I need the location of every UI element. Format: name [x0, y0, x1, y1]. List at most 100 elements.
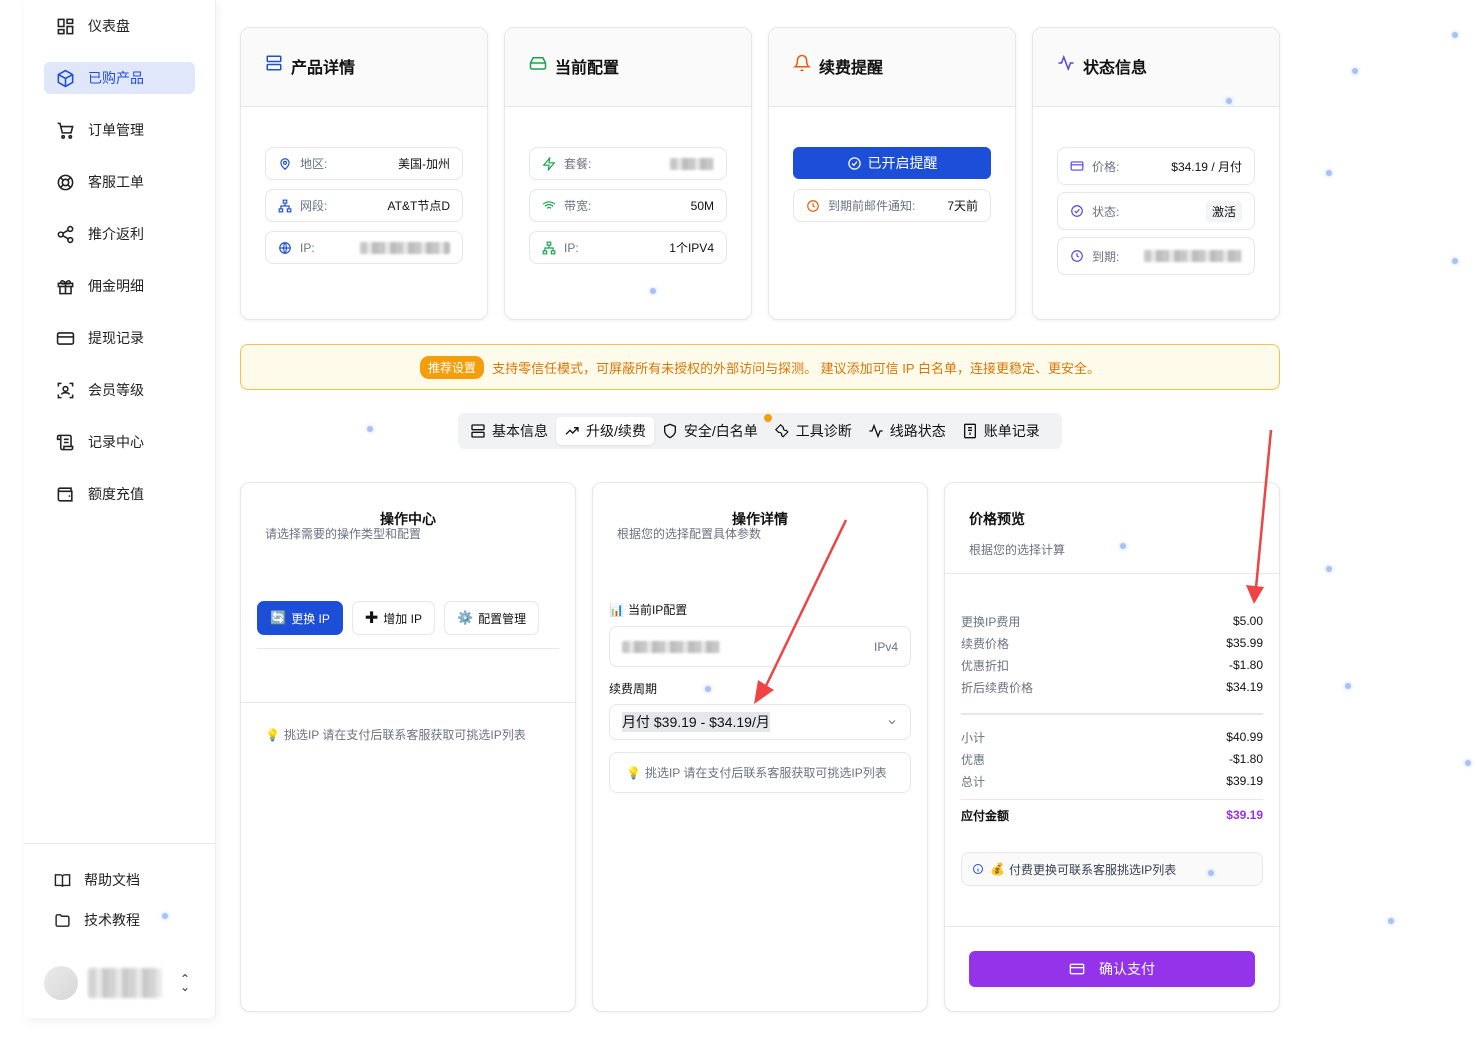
recommendation-banner: 推荐设置 支持零信任模式，可屏蔽所有未授权的外部访问与探测。 建议添加可信 IP…	[240, 344, 1280, 390]
sidebar-item-commission[interactable]: 佣金明细	[44, 270, 195, 302]
check-circle-icon	[1070, 204, 1084, 218]
divider	[961, 799, 1263, 800]
sidebar-item-records[interactable]: 记录中心	[44, 426, 195, 458]
price-value: $5.00	[1232, 614, 1263, 628]
price-key: 优惠	[961, 752, 986, 767]
banner-text: 支持零信任模式，可屏蔽所有未授权的外部访问与探测。 建议添加可信 IP 白名单，…	[492, 360, 1100, 376]
refresh-icon: 🔄	[270, 610, 287, 625]
sidebar-item-label: 订单管理	[88, 122, 144, 138]
selected-value: 月付 $39.19 - $34.19/月	[622, 712, 770, 732]
tab-basic-info[interactable]: 基本信息	[462, 417, 556, 445]
tab-billing-records[interactable]: 账单记录	[954, 417, 1048, 445]
row-label: 带宽:	[564, 199, 592, 213]
price-line: 折后续费价格 $34.19	[961, 676, 1263, 698]
sidebar-item-membership[interactable]: 会员等级	[44, 374, 195, 406]
sidebar-item-purchased[interactable]: 已购产品	[44, 62, 195, 94]
button-label: 确认支付	[1099, 961, 1155, 977]
sidebar-item-orders[interactable]: 订单管理	[44, 114, 195, 146]
pick-ip-hint-box: 💡 挑选IP 请在支付后联系客服获取可挑选IP列表	[609, 752, 911, 793]
row-value: AT&T节点D	[387, 199, 450, 213]
card-icon	[54, 327, 76, 349]
price-value: $34.19	[1226, 680, 1263, 694]
config-manage-button[interactable]: ⚙️ 配置管理	[443, 601, 540, 635]
row-label: 网段:	[300, 199, 328, 213]
cart-icon	[54, 119, 76, 141]
card-title: 续费提醒	[819, 60, 884, 77]
operation-center-panel: 操作中心 请选择需要的操作类型和配置 🔄 更换 IP ✚ 增加 IP ⚙️ 配置…	[240, 482, 576, 1012]
ip-count-row: IP: 1个IPV4	[529, 231, 727, 264]
confirm-pay-button[interactable]: 确认支付	[969, 951, 1255, 987]
sidebar-item-help[interactable]: 帮助文档	[54, 868, 215, 892]
ip-type: IPv4	[873, 639, 898, 654]
row-label: 状态:	[1092, 204, 1120, 219]
expiry-row: 到期:	[1057, 237, 1255, 275]
price-line: 总计 $39.19	[961, 770, 1263, 792]
sparkle-decoration	[1352, 68, 1358, 74]
divider	[945, 573, 1279, 574]
wallet-icon	[54, 483, 76, 505]
ip-row: IP:	[265, 231, 463, 264]
box-icon	[54, 67, 76, 89]
sparkle-decoration	[705, 686, 711, 692]
reminder-enabled-button[interactable]: 已开启提醒	[793, 147, 991, 179]
row-value: $34.19 / 月付	[1171, 159, 1242, 174]
button-label: 已开启提醒	[867, 155, 938, 171]
operation-buttons: 🔄 更换 IP ✚ 增加 IP ⚙️ 配置管理	[257, 601, 540, 635]
divider	[241, 702, 575, 703]
plan-redacted	[670, 157, 714, 170]
status-info-card: 状态信息 价格: $34.19 / 月付 状态: 激活 到期:	[1032, 27, 1280, 320]
sidebar-item-label: 会员等级	[88, 382, 144, 398]
price-key: 续费价格	[961, 636, 1010, 651]
renewal-reminder-card: 续费提醒 已开启提醒 到期前邮件通知: 7天前	[768, 27, 1016, 320]
sparkle-decoration	[1388, 918, 1394, 924]
tab-upgrade-renew[interactable]: 升级/续费	[556, 417, 654, 445]
row-label: IP:	[300, 240, 315, 255]
sidebar-item-withdraw[interactable]: 提现记录	[44, 322, 195, 354]
plan-row: 套餐:	[529, 147, 727, 180]
wifi-icon	[542, 199, 556, 213]
row-label: 到期前邮件通知:	[828, 199, 916, 213]
user-menu[interactable]: ⌃ ⌄	[44, 963, 204, 1003]
sidebar-item-tickets[interactable]: 客服工单	[44, 166, 195, 198]
sidebar-item-label: 额度充值	[88, 486, 144, 502]
check-circle-icon	[847, 156, 862, 171]
tab-security-whitelist[interactable]: 安全/白名单	[654, 414, 772, 445]
renew-cycle-select[interactable]: 月付 $39.19 - $34.19/月	[609, 704, 911, 740]
tab-tool-diagnose[interactable]: 工具诊断	[766, 417, 860, 445]
pay-info-box: 💰 付费更换可联系客服挑选IP列表	[961, 852, 1263, 886]
plus-icon: ✚	[364, 610, 379, 627]
card-icon	[1070, 159, 1084, 173]
sidebar-item-dashboard[interactable]: 仪表盘	[44, 10, 195, 42]
scan-icon	[54, 379, 76, 401]
current-ip-box: IPv4	[609, 626, 911, 667]
clock-icon	[1070, 249, 1084, 263]
sidebar-item-recharge[interactable]: 额度充值	[44, 478, 195, 510]
price-line: 优惠折扣 -$1.80	[961, 654, 1263, 676]
folder-icon	[54, 912, 74, 929]
price-value: -$1.80	[1228, 752, 1263, 766]
row-value: 50M	[690, 198, 714, 213]
expiry-redacted	[1144, 250, 1242, 262]
sidebar-item-tutorial[interactable]: 技术教程	[54, 908, 215, 932]
row-label: 到期:	[1092, 249, 1120, 264]
hint-text: 挑选IP 请在支付后联系客服获取可挑选IP列表	[644, 766, 887, 780]
change-ip-button[interactable]: 🔄 更换 IP	[257, 601, 343, 635]
tab-line-status[interactable]: 线路状态	[860, 417, 954, 445]
price-row: 价格: $34.19 / 月付	[1057, 147, 1255, 185]
ip-redacted	[360, 241, 450, 254]
info-text: 付费更换可联系客服挑选IP列表	[1008, 862, 1177, 877]
row-label: IP:	[564, 240, 579, 255]
renew-cycle-label: 续费周期	[609, 682, 658, 696]
row-label: 地区:	[300, 157, 328, 171]
card-title: 产品详情	[291, 60, 356, 77]
sparkle-decoration	[650, 288, 656, 294]
share-icon	[54, 223, 76, 245]
sidebar-item-referral[interactable]: 推介返利	[44, 218, 195, 250]
panel-subtitle: 根据您的选择配置具体参数	[617, 527, 762, 541]
panel-subtitle: 根据您的选择计算	[969, 543, 1066, 557]
add-ip-button[interactable]: ✚ 增加 IP	[351, 601, 435, 635]
sidebar: 仪表盘 已购产品 订单管理 客服工单 推介返利 佣金明细 提现记录 会员等级 记…	[24, 0, 216, 1018]
scroll-icon	[54, 431, 76, 453]
price-value: $40.99	[1226, 730, 1263, 744]
sparkle-decoration	[1452, 258, 1458, 264]
